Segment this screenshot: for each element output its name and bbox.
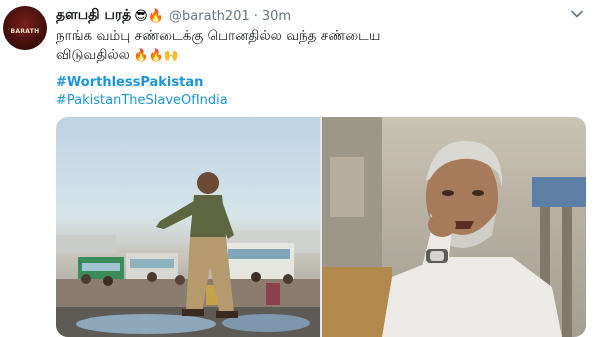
separator-dot: · [253, 8, 258, 24]
chevron-down-icon[interactable] [570, 7, 584, 21]
tweet-header: தளபதி பரத் 😎🔥 @barath201 · 30m [56, 7, 291, 25]
name-emojis: 😎🔥 [134, 8, 165, 24]
tweet-text-emojis: 🔥🔥🙌 [133, 48, 179, 62]
tweet-media[interactable] [56, 117, 586, 337]
image-scene-right [322, 117, 586, 337]
tweet-text-line-1: நாங்க வம்பு சண்டைக்கு பொனதில்ல வந்த சண்ட… [56, 28, 381, 44]
hashtag-worthless-pakistan[interactable]: #WorthlessPakistan [56, 75, 203, 90]
tweet: BARATH தளபதி பரத் 😎🔥 @barath201 · 30m நா… [0, 0, 600, 337]
media-image-right[interactable] [322, 117, 586, 337]
display-name[interactable]: தளபதி பரத் [56, 7, 131, 25]
tweet-text-line-2-text: விடுவதில்ல [56, 47, 130, 63]
image-scene-left [56, 172, 320, 337]
avatar[interactable]: BARATH [3, 6, 47, 50]
avatar-logo-text: BARATH [10, 28, 40, 35]
tweet-text-line-2: விடுவதில்ல 🔥🔥🙌 [56, 46, 556, 65]
timestamp[interactable]: 30m [262, 9, 291, 24]
media-image-left[interactable] [56, 117, 320, 337]
hashtag-pakistan-slave-of-india[interactable]: #PakistanTheSlaveOfIndia [56, 93, 228, 108]
tweet-text: நாங்க வம்பு சண்டைக்கு பொனதில்ல வந்த சண்ட… [56, 27, 556, 65]
user-handle[interactable]: @barath201 [169, 9, 250, 24]
